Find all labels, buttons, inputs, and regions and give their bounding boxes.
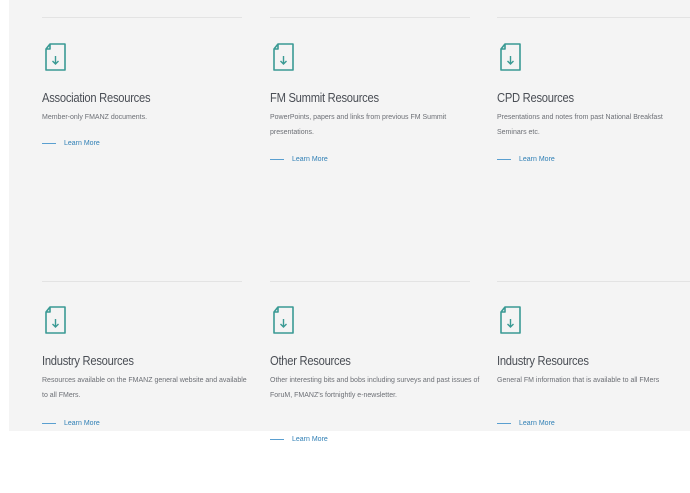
- card-divider: [497, 281, 690, 282]
- card-divider: [42, 17, 242, 18]
- card-description: Presentations and notes from past Nation…: [497, 114, 663, 136]
- link-dash: [42, 423, 56, 424]
- card-description: Resources available on the FMANZ general…: [42, 377, 247, 399]
- learn-more-link[interactable]: Learn More: [497, 420, 555, 427]
- card-divider: [497, 17, 690, 18]
- learn-more-label: Learn More: [519, 156, 555, 163]
- card-description: Member-only FMANZ documents.: [42, 114, 148, 121]
- download-document-icon[interactable]: [272, 306, 296, 334]
- card-divider: [270, 17, 470, 18]
- link-dash: [270, 159, 284, 160]
- download-document-icon[interactable]: [44, 43, 68, 71]
- card-description: General FM information that is available…: [497, 377, 660, 384]
- link-dash: [497, 423, 511, 424]
- download-document-icon[interactable]: [499, 306, 523, 334]
- download-document-icon[interactable]: [44, 306, 68, 334]
- learn-more-label: Learn More: [292, 436, 328, 443]
- download-document-icon[interactable]: [272, 43, 296, 71]
- link-dash: [497, 159, 511, 160]
- card-description: Other interesting bits and bobs includin…: [270, 377, 480, 399]
- learn-more-link[interactable]: Learn More: [42, 420, 100, 427]
- learn-more-link[interactable]: Learn More: [270, 156, 328, 163]
- learn-more-label: Learn More: [64, 420, 100, 427]
- learn-more-label: Learn More: [292, 156, 328, 163]
- learn-more-label: Learn More: [519, 420, 555, 427]
- card-description: PowerPoints, papers and links from previ…: [270, 114, 447, 136]
- learn-more-link[interactable]: Learn More: [42, 140, 100, 147]
- card-title: CPD Resources: [497, 90, 574, 105]
- learn-more-link[interactable]: Learn More: [270, 436, 328, 443]
- card-title: Association Resources: [42, 90, 151, 105]
- card-title: Industry Resources: [497, 353, 589, 368]
- link-dash: [270, 439, 284, 440]
- card-title: FM Summit Resources: [270, 90, 379, 105]
- card-divider: [270, 281, 470, 282]
- learn-more-link[interactable]: Learn More: [497, 156, 555, 163]
- card-divider: [42, 281, 242, 282]
- link-dash: [42, 143, 56, 144]
- card-title: Other Resources: [270, 353, 351, 368]
- learn-more-label: Learn More: [64, 140, 100, 147]
- card-title: Industry Resources: [42, 353, 134, 368]
- download-document-icon[interactable]: [499, 43, 523, 71]
